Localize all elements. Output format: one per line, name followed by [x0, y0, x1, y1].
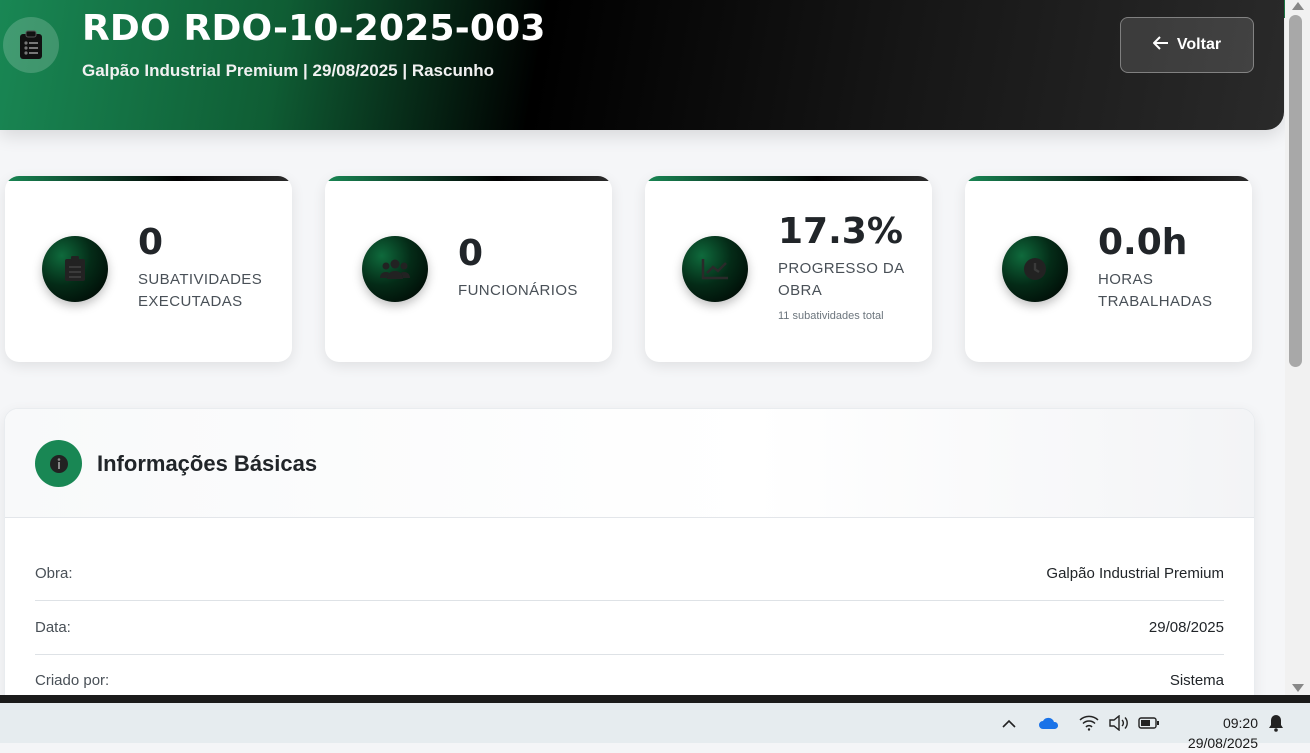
onedrive-cloud-icon[interactable]: [1034, 703, 1064, 743]
notification-bell-icon[interactable]: [1264, 703, 1288, 743]
page-title: RDO RDO-10-2025-003: [82, 8, 546, 49]
info-row-criado-por: Criado por: Sistema: [35, 654, 1224, 695]
chart-line-icon: [682, 236, 748, 302]
speaker-volume-icon[interactable]: [1106, 703, 1132, 743]
info-row-data: Data: 29/08/2025: [35, 601, 1224, 655]
stat-value: 0.0h: [1098, 222, 1188, 263]
arrow-left-icon: [1152, 35, 1169, 55]
page-subtitle: Galpão Industrial Premium | 29/08/2025 |…: [82, 61, 494, 80]
stat-note: 11 subatividades total: [778, 310, 884, 322]
stat-value: 0: [138, 222, 164, 263]
clock-time: 09:20: [1222, 715, 1258, 731]
clipboard-list-icon: [42, 236, 108, 302]
info-value: 29/08/2025: [1148, 619, 1224, 636]
chevron-up-icon[interactable]: [996, 703, 1022, 743]
info-key: Data:: [35, 619, 71, 636]
wifi-icon[interactable]: [1076, 703, 1102, 743]
info-value: Galpão Industrial Premium: [1046, 565, 1224, 582]
basic-info-card: Informações Básicas Obra: Galpão Industr…: [4, 408, 1255, 695]
scroll-down-arrow-icon[interactable]: [1292, 684, 1304, 692]
scroll-up-arrow-icon[interactable]: [1292, 2, 1304, 10]
info-row-obra: Obra: Galpão Industrial Premium: [35, 547, 1224, 601]
stat-card-employees: 0 FUNCIONÁRIOS: [325, 176, 612, 362]
section-title: Informações Básicas: [97, 451, 318, 476]
stat-label: SUBATIVIDADES EXECUTADAS: [138, 271, 263, 310]
back-button[interactable]: Voltar: [1120, 17, 1254, 73]
info-key: Obra:: [35, 565, 73, 582]
vertical-scrollbar[interactable]: [1285, 0, 1310, 695]
window-bottom-edge: [0, 695, 1310, 703]
clipboard-list-icon: [3, 17, 59, 73]
stat-label: HORAS TRABALHADAS: [1098, 271, 1213, 310]
info-value: Sistema: [1169, 672, 1224, 689]
scroll-thumb[interactable]: [1289, 15, 1302, 367]
users-icon: [362, 236, 428, 302]
battery-icon[interactable]: [1136, 703, 1162, 743]
app-viewport: RDO RDO-10-2025-003 Galpão Industrial Pr…: [0, 0, 1285, 695]
basic-info-header: Informações Básicas: [5, 409, 1254, 518]
stat-label: FUNCIONÁRIOS: [458, 282, 578, 299]
stat-label: PROGRESSO DA OBRA: [778, 260, 904, 299]
page-header: RDO RDO-10-2025-003 Galpão Industrial Pr…: [0, 0, 1284, 130]
clock-icon: [1002, 236, 1068, 302]
stat-card-hours: 0.0h HORAS TRABALHADAS: [965, 176, 1252, 362]
clock-date: 29/08/2025: [1187, 735, 1258, 751]
system-taskbar: 09:20 29/08/2025: [0, 703, 1310, 751]
stat-value: 0: [458, 233, 484, 274]
info-key: Criado por:: [35, 672, 110, 689]
taskbar-clock[interactable]: 09:20 29/08/2025: [1168, 713, 1258, 753]
stat-value: 17.3%: [778, 211, 903, 252]
stat-card-subactivities: 0 SUBATIVIDADES EXECUTADAS: [5, 176, 292, 362]
info-circle-icon: [35, 440, 82, 487]
stat-card-progress: 17.3% PROGRESSO DA OBRA 11 subatividades…: [645, 176, 932, 362]
back-button-label: Voltar: [1176, 36, 1222, 53]
